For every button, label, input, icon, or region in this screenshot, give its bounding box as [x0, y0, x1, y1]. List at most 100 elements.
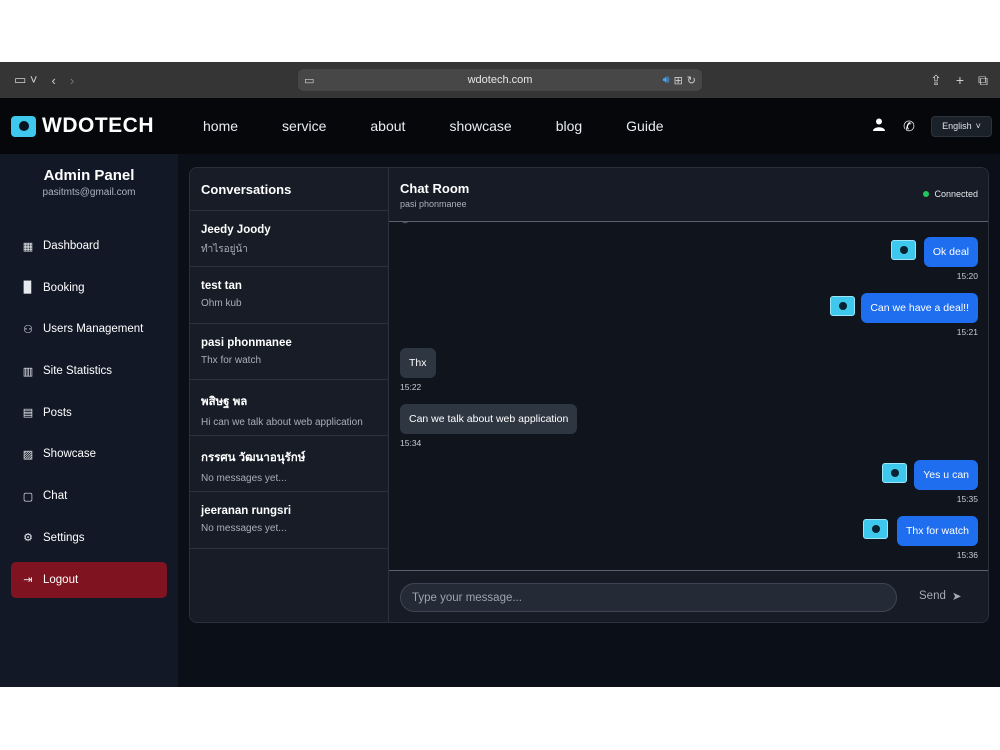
sidebar-item-logout[interactable]: ⇥ Logout [11, 561, 167, 598]
sidebar-toggle-icon[interactable]: ▭ ˅ [14, 72, 38, 88]
reload-icon[interactable]: ↻ [687, 74, 696, 87]
conversation-item[interactable]: pasi phonmanee Thx for watch [190, 324, 388, 380]
message-time: 15:36 [956, 550, 978, 560]
language-select[interactable]: English ˅ [931, 115, 992, 137]
conversation-last-message: Ohm kub [201, 298, 242, 310]
sidebar-item-label: Posts [43, 406, 72, 419]
sidebar-item-label: Dashboard [43, 240, 100, 252]
phone-icon[interactable]: ✆ [901, 118, 917, 135]
conversation-name: กรรศน วัฒนาอนุรักษ์ [201, 452, 306, 465]
conversation-last-message: No messages yet... [201, 473, 287, 485]
logo-mark-icon [11, 115, 36, 137]
url-text: wdotech.com [467, 74, 533, 86]
address-bar[interactable]: ▭ wdotech.com 🔊︎ ⊞ ↻ [298, 69, 702, 91]
conversation-name: พสิษฐ พล [201, 395, 248, 408]
users-icon: ⚇ [23, 323, 33, 336]
send-label: Send [919, 590, 946, 602]
nav-about[interactable]: about [370, 118, 405, 134]
sidebar-item-dashboard[interactable]: ▦ Dashboard [11, 228, 167, 264]
gear-icon: ⚙ [23, 532, 33, 545]
image-icon: ▨ [22, 448, 34, 461]
message-outgoing: Can we have a deal!! 15:21 [861, 293, 978, 337]
chat-partner-name: pasi phonmanee [400, 199, 467, 209]
message-outgoing: Ok deal 15:20 [923, 237, 978, 281]
nav-home[interactable]: home [203, 118, 238, 134]
sidebar-item-showcase[interactable]: ▨ Showcase [11, 436, 167, 472]
logout-icon: ⇥ [23, 574, 33, 586]
message-incoming: Can we talk about web application 15:34 [400, 404, 578, 448]
sidebar-item-label: Chat [43, 490, 68, 503]
admin-email: pasitmts@gmail.com [42, 187, 136, 198]
sidebar-item-label: Settings [43, 531, 85, 544]
translate-icon[interactable]: ⊞ [674, 74, 683, 87]
chat-room: Chat Room pasi phonmanee Connected – Ok … [389, 168, 988, 622]
browser-toolbar: ▭ ˅ ‹ › ▭ wdotech.com 🔊︎ ⊞ ↻ ⇪ + ⧉ [0, 62, 1000, 98]
message-incoming: Thx 15:22 [400, 348, 436, 392]
nav-blog[interactable]: blog [556, 118, 582, 134]
sidebar-item-label: Booking [43, 281, 85, 294]
send-button[interactable]: Send ➤ [919, 589, 962, 603]
browser-right-controls: ⇪ + ⧉ [930, 72, 988, 89]
sidebar-menu: ▦ Dashboard ▉ Booking ⚇ Users Management… [0, 228, 178, 598]
grid-icon: ▦ [22, 240, 34, 253]
send-arrow-icon: ➤ [951, 591, 962, 603]
sidebar-item-label: Logout [43, 573, 79, 586]
message-input[interactable] [400, 583, 897, 612]
audio-icon[interactable]: 🔊︎ [663, 74, 670, 87]
share-icon[interactable]: ⇪ [930, 72, 942, 89]
nav-showcase[interactable]: showcase [449, 118, 511, 134]
cropped-timestamp: – [403, 222, 408, 227]
nav-guide[interactable]: Guide [626, 118, 663, 134]
conversation-last-message: ทำไรอยู่น้า [201, 244, 248, 255]
message-list[interactable]: – Ok deal 15:20 Can we have a deal!! 15:… [389, 222, 988, 570]
message-bubble: Can we have a deal!! [861, 293, 978, 323]
nav-service[interactable]: service [282, 118, 326, 134]
message-time: 15:21 [956, 327, 978, 337]
message-bubble: Can we talk about web application [400, 404, 578, 434]
conversation-last-message: Thx for watch [201, 354, 262, 366]
sidebar-item-posts[interactable]: ▤ Posts [11, 395, 167, 431]
book-icon: ▉ [23, 282, 33, 295]
sidebar-item-site-statistics[interactable]: ▥ Site Statistics [11, 353, 167, 389]
document-icon: ▤ [22, 407, 34, 420]
tabs-overview-icon[interactable]: ⧉ [978, 72, 988, 89]
avatar [863, 519, 888, 539]
new-tab-icon[interactable]: + [956, 72, 964, 89]
conversation-item[interactable]: test tan Ohm kub [190, 267, 388, 324]
conversations-list: Conversations Jeedy Joody ทำไรอยู่น้า te… [190, 168, 389, 622]
message-time: 15:20 [956, 271, 978, 281]
message-time: 15:34 [400, 438, 422, 448]
sidebar-item-users-management[interactable]: ⚇ Users Management [11, 311, 167, 347]
chat-header: Chat Room pasi phonmanee Connected [389, 168, 988, 222]
admin-sidebar: Admin Panel pasitmts@gmail.com ▦ Dashboa… [0, 154, 178, 687]
conversation-last-message: No messages yet... [201, 523, 287, 535]
conversation-name: Jeedy Joody [201, 224, 271, 236]
message-time: 15:22 [400, 382, 422, 392]
sidebar-item-settings[interactable]: ⚙ Settings [11, 520, 167, 556]
sidebar-item-chat[interactable]: ▢ Chat [11, 478, 167, 514]
message-bubble: Thx [400, 348, 436, 378]
conversation-item[interactable]: Jeedy Joody ทำไรอยู่น้า [190, 211, 388, 268]
admin-panel-title: Admin Panel [43, 167, 135, 184]
conversation-item[interactable]: พสิษฐ พล Hi can we talk about web applic… [190, 380, 388, 437]
avatar [891, 240, 916, 260]
conversation-item[interactable]: jeeranan rungsri No messages yet... [190, 492, 388, 549]
forward-icon[interactable]: › [70, 73, 74, 88]
main-nav: home service about showcase blog Guide [203, 98, 708, 154]
back-icon[interactable]: ‹ [52, 73, 56, 88]
conversation-name: jeeranan rungsri [201, 505, 292, 518]
user-icon[interactable] [871, 118, 887, 134]
conversation-item[interactable]: กรรศน วัฒนาอนุรักษ์ No messages yet... [190, 436, 388, 493]
logo[interactable]: WDOTECH [11, 114, 154, 138]
sidebar-item-label: Showcase [43, 448, 97, 461]
sidebar-item-booking[interactable]: ▉ Booking [11, 270, 167, 306]
chat-room-title: Chat Room [400, 181, 470, 196]
sidebar-item-label: Users Management [43, 323, 144, 336]
header-actions: ✆ English ˅ [871, 115, 992, 137]
avatar [830, 296, 855, 316]
conversation-name: test tan [201, 280, 242, 293]
chat-icon: ▢ [22, 490, 34, 503]
page-settings-icon[interactable]: ▭ [304, 74, 314, 87]
conversations-title: Conversations [190, 168, 388, 211]
message-composer: Send ➤ [389, 570, 988, 622]
